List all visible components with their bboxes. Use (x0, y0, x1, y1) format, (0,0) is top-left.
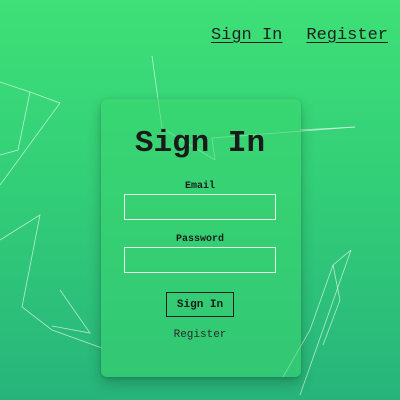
password-field[interactable] (124, 247, 276, 273)
nav-sign-in-link[interactable]: Sign In (211, 26, 282, 45)
password-label: Password (175, 234, 224, 245)
page-title: Sign In (134, 126, 266, 161)
register-link[interactable]: Register (0, 329, 400, 341)
nav-register-link[interactable]: Register (306, 26, 388, 45)
email-label: Email (184, 181, 215, 192)
email-field[interactable] (124, 194, 276, 220)
top-nav: Sign In Register (211, 26, 388, 45)
sign-in-button[interactable]: Sign In (166, 292, 234, 317)
